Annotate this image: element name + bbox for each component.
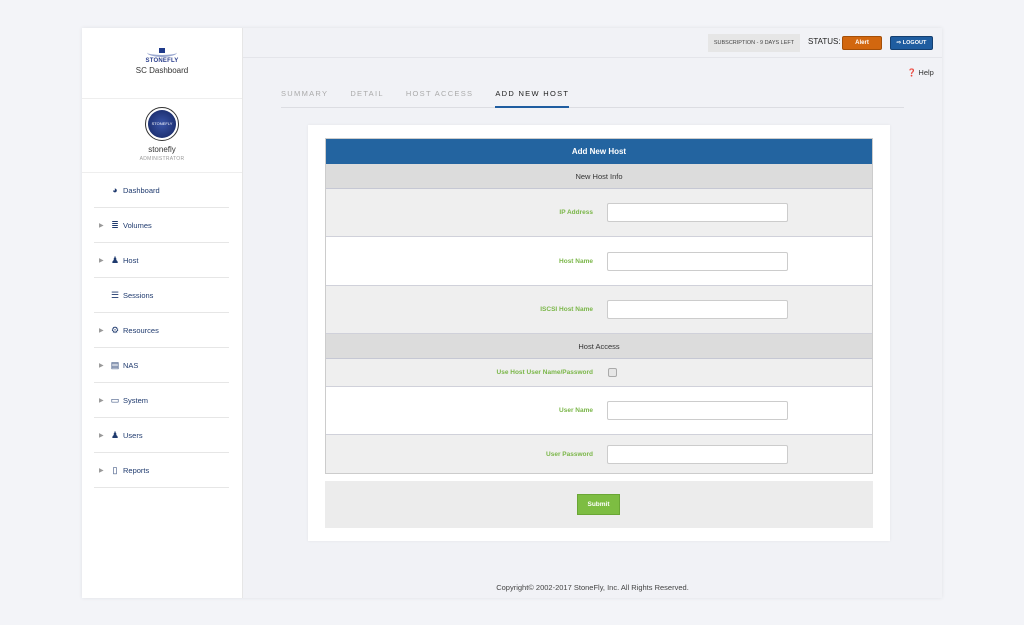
form-card: Add New Host New Host Info IP Address Ho… xyxy=(308,125,890,541)
tab-detail[interactable]: DETAIL xyxy=(350,87,384,108)
sidebar-item-label: Resources xyxy=(123,325,159,335)
app-title: SC Dashboard xyxy=(135,66,189,75)
sidebar-item-resources[interactable]: ▶ ⚙ Resources xyxy=(94,313,229,348)
tab-summary[interactable]: SUMMARY xyxy=(281,87,328,108)
add-host-form: Add New Host New Host Info IP Address Ho… xyxy=(325,138,873,474)
status-alert-button[interactable]: Alert xyxy=(842,36,882,50)
chevron-right-icon: ▶ xyxy=(99,467,104,474)
server-icon: ▤ xyxy=(110,359,120,370)
iscsi-host-name-input[interactable] xyxy=(607,300,788,319)
sidebar-item-label: Dashboard xyxy=(123,185,160,195)
monitor-icon: ▭ xyxy=(110,394,120,405)
help-link[interactable]: ❓ Help xyxy=(907,68,934,77)
ip-address-input[interactable] xyxy=(607,203,788,222)
sidebar-item-label: Users xyxy=(123,430,143,440)
sidebar-item-reports[interactable]: ▶ ▯ Reports xyxy=(94,453,229,488)
use-creds-checkbox[interactable] xyxy=(608,368,617,377)
iscsi-row: ISCSI Host Name xyxy=(326,286,872,334)
brand: STONEFLY SC Dashboard xyxy=(82,28,242,99)
stonefly-logo[interactable]: STONEFLY xyxy=(82,48,242,64)
sidebar-item-label: Volumes xyxy=(123,220,152,230)
tabs: SUMMARY DETAIL HOST ACCESS ADD NEW HOST xyxy=(281,87,904,108)
hostname-row: Host Name xyxy=(326,237,872,286)
form-title: Add New Host xyxy=(326,139,872,164)
app: STONEFLY SC Dashboard STONEFLY stonefly … xyxy=(82,28,942,598)
iscsi-label: ISCSI Host Name xyxy=(540,306,593,313)
tab-add-new-host[interactable]: ADD NEW HOST xyxy=(495,87,570,108)
ip-label: IP Address xyxy=(559,209,593,216)
username-label: User Name xyxy=(559,407,593,414)
user-profile: STONEFLY stonefly ADMINISTRATOR xyxy=(82,99,242,173)
chevron-right-icon: ▶ xyxy=(99,432,104,439)
sidebar-item-label: System xyxy=(123,395,149,405)
logout-button[interactable]: ⇨ LOGOUT xyxy=(890,36,933,50)
chevron-right-icon: ▶ xyxy=(99,257,104,264)
sidebar-item-sessions[interactable]: ☰ Sessions xyxy=(94,278,229,313)
ip-row: IP Address xyxy=(326,189,872,237)
user-icon: ♟ xyxy=(110,254,120,265)
sidebar-item-nas[interactable]: ▶ ▤ NAS xyxy=(94,348,229,383)
status-label: STATUS: xyxy=(808,37,841,46)
sidebar-item-host[interactable]: ▶ ♟ Host xyxy=(94,243,229,278)
sidebar-item-system[interactable]: ▶ ▭ System xyxy=(94,383,229,418)
sidebar-item-dashboard[interactable]: ◕ Dashboard xyxy=(94,173,229,208)
sidebar-item-label: Host xyxy=(123,255,139,265)
submit-button[interactable]: Submit xyxy=(577,494,620,515)
chevron-right-icon: ▶ xyxy=(99,362,104,369)
sidebar-item-label: Reports xyxy=(123,465,150,475)
username-row: User Name xyxy=(326,387,872,435)
users-icon: ♟ xyxy=(110,429,120,440)
sidebar-item-label: Sessions xyxy=(123,290,154,300)
chevron-right-icon: ▶ xyxy=(99,327,104,334)
password-label: User Password xyxy=(546,450,593,458)
dashboard-icon: ◕ xyxy=(112,185,118,195)
sidebar-item-label: NAS xyxy=(123,360,139,370)
sidebar-item-users[interactable]: ▶ ♟ Users xyxy=(94,418,229,453)
list-icon: ☰ xyxy=(110,289,120,300)
hostname-label: Host Name xyxy=(559,257,593,265)
file-icon: ▯ xyxy=(112,464,118,475)
footer: Copyright© 2002-2017 StoneFly, Inc. All … xyxy=(496,583,689,592)
submit-area: Submit xyxy=(325,481,873,528)
database-icon: ≣ xyxy=(111,219,119,230)
user-password-input[interactable] xyxy=(607,444,788,464)
sidebar-item-volumes[interactable]: ▶ ≣ Volumes xyxy=(94,208,229,243)
sidebar: STONEFLY SC Dashboard STONEFLY stonefly … xyxy=(82,28,243,598)
chevron-right-icon: ▶ xyxy=(99,222,104,229)
section-host-access: Host Access xyxy=(326,334,872,359)
password-row: User Password xyxy=(326,435,872,473)
use-creds-row: Use Host User Name/Password xyxy=(326,359,872,387)
avatar: STONEFLY xyxy=(145,107,179,141)
top-bar: SUBSCRIPTION - 9 DAYS LEFT STATUS: Alert… xyxy=(243,28,942,58)
user-name: stonefly xyxy=(148,145,176,154)
subscription-badge: SUBSCRIPTION - 9 DAYS LEFT xyxy=(708,34,800,52)
chevron-right-icon: ▶ xyxy=(99,397,104,404)
section-new-host-info: New Host Info xyxy=(326,164,872,189)
user-role: ADMINISTRATOR xyxy=(139,156,185,162)
gear-icon: ⚙ xyxy=(110,324,120,335)
host-name-input[interactable] xyxy=(607,251,788,271)
tab-host-access[interactable]: HOST ACCESS xyxy=(406,87,474,108)
sidebar-nav: ◕ Dashboard ▶ ≣ Volumes ▶ ♟ Host ☰ Sessions ▶ ⚙ Reso… xyxy=(82,173,242,488)
use-creds-label: Use Host User Name/Password xyxy=(496,369,593,376)
user-name-input[interactable] xyxy=(607,401,788,420)
